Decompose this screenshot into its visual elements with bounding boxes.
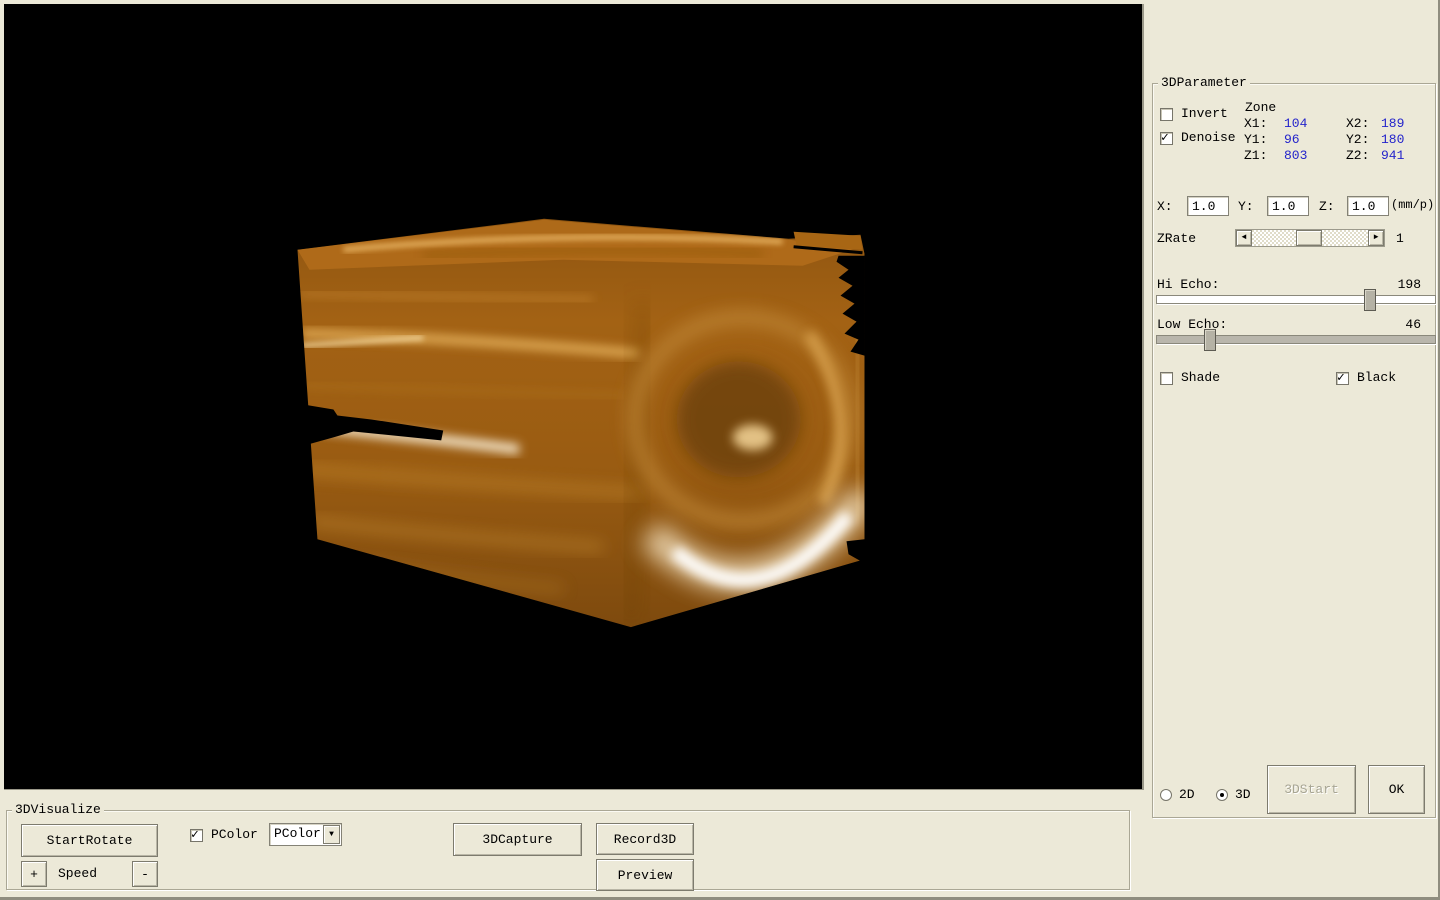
zone-x1-value: 104 bbox=[1284, 116, 1307, 132]
zone-z1-label: Z1: bbox=[1244, 148, 1267, 164]
preview-button[interactable]: Preview bbox=[596, 859, 694, 891]
pcolor-dropdown[interactable]: PColor ▼ bbox=[269, 823, 342, 846]
mode-3d-radio[interactable] bbox=[1216, 789, 1228, 801]
mode-2d-label: 2D bbox=[1179, 787, 1195, 803]
zone-y2-label: Y2: bbox=[1346, 132, 1369, 148]
visualize-groupbox: 3DVisualize StartRotate + Speed - PColor… bbox=[6, 810, 1130, 890]
z-scale-input[interactable] bbox=[1347, 196, 1389, 216]
shade-label: Shade bbox=[1181, 370, 1220, 386]
shade-checkbox[interactable] bbox=[1160, 372, 1173, 385]
zone-label: Zone bbox=[1245, 100, 1276, 116]
low-echo-thumb[interactable] bbox=[1204, 329, 1216, 351]
speed-plus-button[interactable]: + bbox=[21, 861, 47, 887]
zone-x2-value: 189 bbox=[1381, 116, 1404, 132]
hi-echo-thumb[interactable] bbox=[1364, 289, 1376, 311]
invert-checkbox[interactable] bbox=[1160, 108, 1173, 121]
y-scale-input[interactable] bbox=[1267, 196, 1309, 216]
parameter-group-title: 3DParameter bbox=[1158, 75, 1250, 91]
capture-3d-button[interactable]: 3DCapture bbox=[453, 823, 582, 856]
zrate-left-arrow-icon[interactable]: ◄ bbox=[1236, 230, 1252, 246]
pcolor-label: PColor bbox=[211, 827, 258, 843]
mode-2d-radio[interactable] bbox=[1160, 789, 1172, 801]
zone-y1-value: 96 bbox=[1284, 132, 1300, 148]
zone-x2-label: X2: bbox=[1346, 116, 1369, 132]
zrate-value: 1 bbox=[1396, 231, 1404, 247]
x-scale-label: X: bbox=[1157, 199, 1173, 215]
parameter-panel: 3DParameter Invert Denoise Zone X1: 104 … bbox=[1148, 0, 1440, 900]
hi-echo-slider[interactable] bbox=[1156, 289, 1436, 311]
low-echo-track[interactable] bbox=[1156, 335, 1436, 344]
zrate-right-arrow-icon[interactable]: ► bbox=[1368, 230, 1384, 246]
black-checkbox[interactable] bbox=[1336, 372, 1349, 385]
x-scale-input[interactable] bbox=[1187, 196, 1229, 216]
pcolor-dropdown-value: PColor bbox=[274, 826, 321, 841]
start-3d-button[interactable]: 3DStart bbox=[1267, 765, 1356, 814]
low-echo-slider[interactable] bbox=[1156, 329, 1436, 351]
speed-label: Speed bbox=[58, 866, 97, 882]
zone-x1-label: X1: bbox=[1244, 116, 1267, 132]
zone-z1-value: 803 bbox=[1284, 148, 1307, 164]
black-label: Black bbox=[1357, 370, 1396, 386]
denoise-label: Denoise bbox=[1181, 130, 1236, 146]
scale-unit-label: (mm/p) bbox=[1391, 197, 1434, 213]
zone-z2-value: 941 bbox=[1381, 148, 1404, 164]
invert-label: Invert bbox=[1181, 106, 1228, 122]
zone-z2-label: Z2: bbox=[1346, 148, 1369, 164]
start-rotate-button[interactable]: StartRotate bbox=[21, 824, 158, 857]
parameter-groupbox: 3DParameter Invert Denoise Zone X1: 104 … bbox=[1152, 83, 1436, 818]
ultrasound-volume-render bbox=[4, 4, 1142, 789]
pcolor-checkbox[interactable] bbox=[190, 829, 203, 842]
hi-echo-track[interactable] bbox=[1156, 295, 1436, 304]
render-viewport[interactable] bbox=[4, 4, 1144, 790]
denoise-checkbox[interactable] bbox=[1160, 132, 1173, 145]
dropdown-arrow-icon[interactable]: ▼ bbox=[323, 825, 340, 844]
visualize-group-title: 3DVisualize bbox=[12, 802, 104, 818]
zrate-scrollbar-thumb[interactable] bbox=[1296, 230, 1322, 246]
zone-y2-value: 180 bbox=[1381, 132, 1404, 148]
z-scale-label: Z: bbox=[1319, 199, 1335, 215]
zrate-label: ZRate bbox=[1157, 231, 1196, 247]
zrate-scrollbar[interactable]: ◄ ► bbox=[1235, 229, 1385, 247]
ultrasound-3d-app-window: { "colors": { "value_blue": "#2323cb", "… bbox=[0, 0, 1440, 900]
mode-3d-label: 3D bbox=[1235, 787, 1251, 803]
speed-minus-button[interactable]: - bbox=[132, 861, 158, 887]
ok-button[interactable]: OK bbox=[1368, 765, 1425, 814]
y-scale-label: Y: bbox=[1238, 199, 1254, 215]
record-3d-button[interactable]: Record3D bbox=[596, 823, 694, 855]
zone-y1-label: Y1: bbox=[1244, 132, 1267, 148]
